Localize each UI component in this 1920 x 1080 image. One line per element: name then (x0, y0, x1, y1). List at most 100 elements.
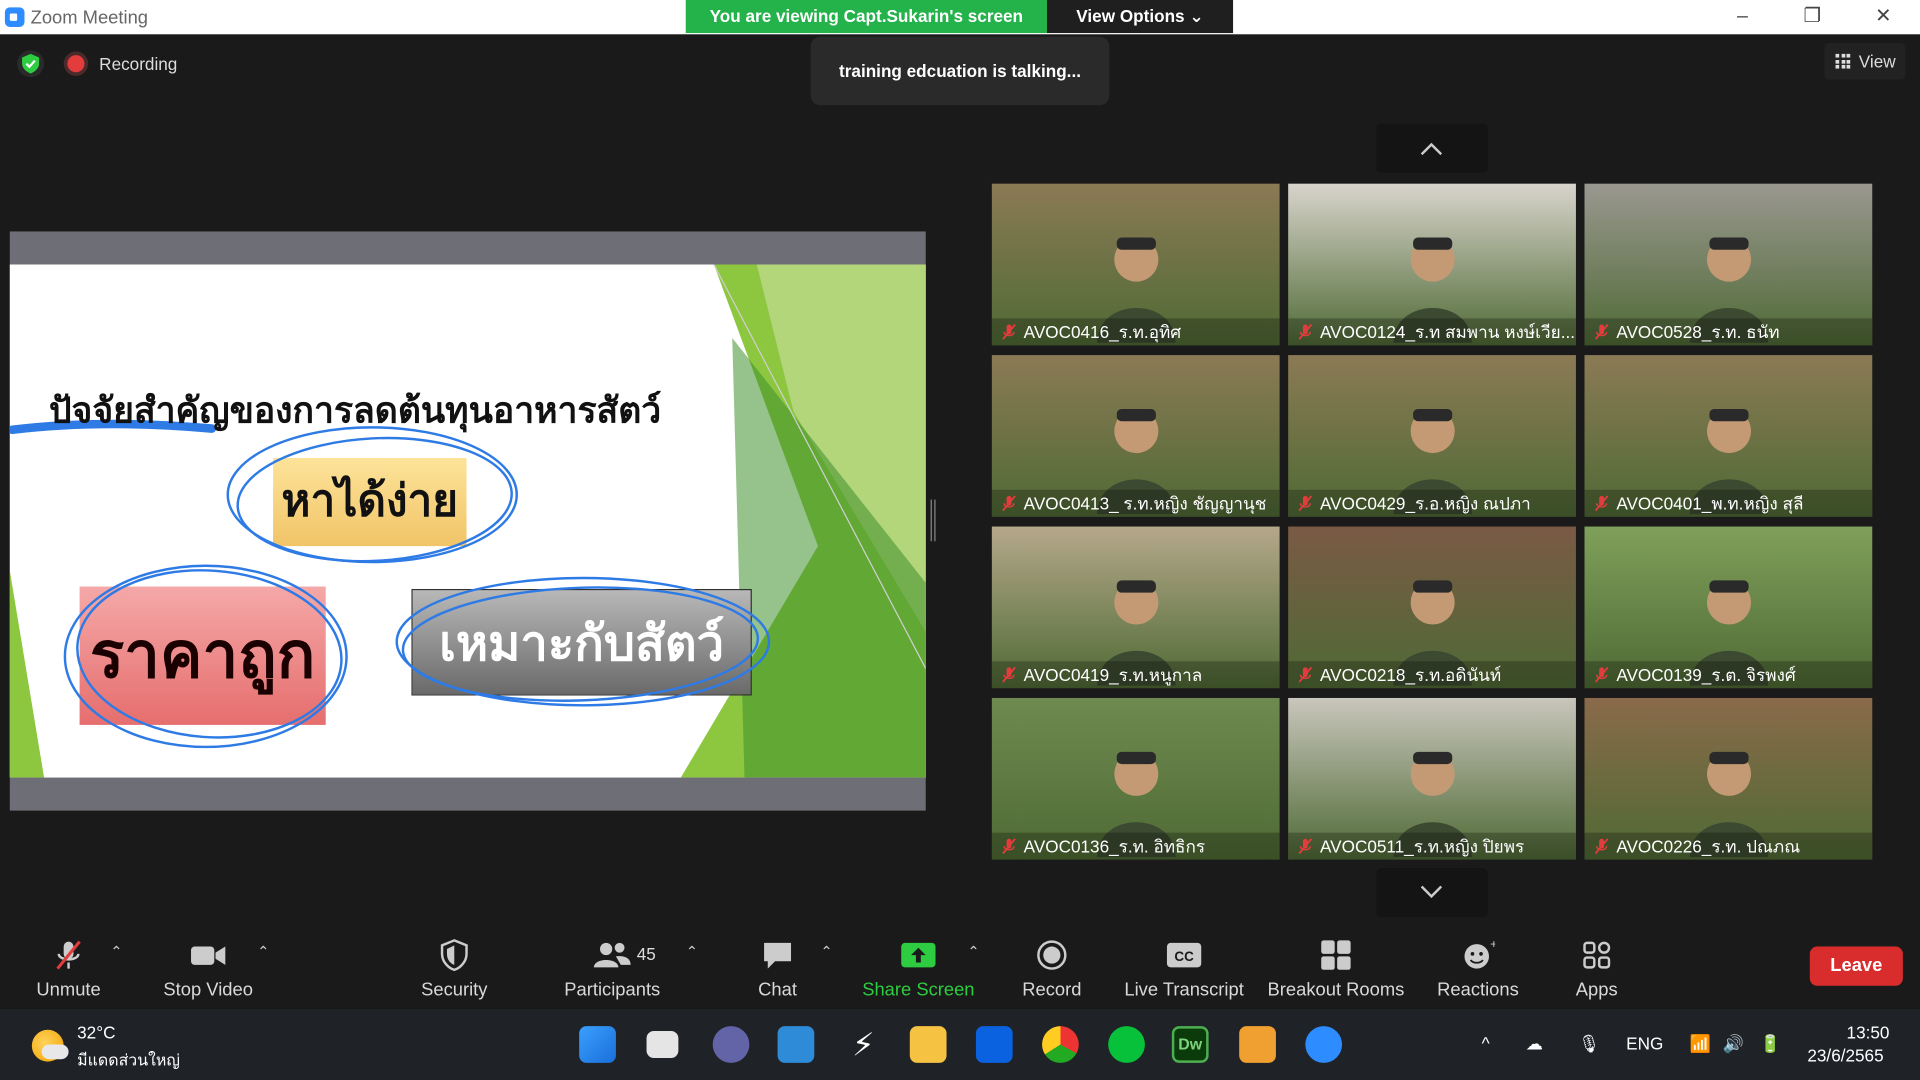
language-indicator[interactable]: ENG (1626, 1033, 1663, 1053)
security-shield-icon[interactable] (17, 50, 45, 78)
participant-tile[interactable]: AVOC0226_ร.ท. ปณภณ (1584, 697, 1873, 860)
participants-button[interactable]: 45 Participants (557, 928, 667, 1009)
record-button[interactable]: Record (1011, 928, 1092, 1009)
recording-dot-icon (67, 55, 85, 73)
svg-text:CC: CC (1174, 949, 1194, 964)
zoom-app-icon (4, 7, 25, 27)
live-transcript-label: Live Transcript (1124, 979, 1244, 1001)
apps-icon (1583, 941, 1611, 969)
participant-tile[interactable]: AVOC0528_ร.ท. ธนัท (1584, 183, 1873, 346)
audio-options-caret-icon[interactable]: ⌃ (110, 943, 122, 960)
muted-microphone-icon (1002, 495, 1016, 512)
participant-name: AVOC0124_ร.ท สมพาน หงษ์เวีย... (1288, 318, 1576, 346)
zoom-window: Zoom Meeting You are viewing Capt.Sukari… (0, 0, 1920, 1080)
chat-options-caret-icon[interactable]: ⌃ (820, 943, 832, 960)
participants-count: 45 (636, 944, 656, 964)
participant-tile[interactable]: AVOC0139_ร.ต. จิรพงศ์ (1584, 526, 1873, 689)
breakout-rooms-button[interactable]: Breakout Rooms (1264, 928, 1408, 1009)
stop-video-label: Stop Video (163, 979, 253, 1001)
line-app-icon[interactable] (1108, 1026, 1145, 1063)
windows-taskbar: 32°C มีแดดส่วนใหญ่ ⚡ Dw ^ ☁ 🎙 ENG 📶 🔊 🔋 … (0, 1008, 1920, 1080)
participant-name: AVOC0528_ร.ท. ธนัท (1584, 318, 1873, 346)
unmute-button[interactable]: Unmute (22, 928, 115, 1009)
security-button[interactable]: Security (411, 928, 497, 1009)
share-options-caret-icon[interactable]: ⌃ (967, 943, 979, 960)
chrome-icon[interactable] (1042, 1026, 1079, 1063)
muted-microphone-icon (1002, 323, 1016, 340)
dreamweaver-icon[interactable]: Dw (1171, 1026, 1209, 1063)
participant-tile[interactable]: AVOC0218_ร.ท.อดินันท์ (1288, 526, 1576, 689)
svg-text:+: + (1490, 938, 1495, 951)
reactions-button[interactable]: + Reactions (1433, 928, 1524, 1009)
shared-screen: ปัจจัยสำคัญของการลดต้นทุนอาหารสัตว์ หาได… (9, 231, 926, 811)
view-options-button[interactable]: View Options ⌄ (1046, 0, 1234, 34)
clock-time[interactable]: 13:50 (1847, 1022, 1890, 1042)
leave-button[interactable]: Leave (1809, 946, 1903, 986)
restore-icon[interactable]: ❐ (1794, 4, 1831, 31)
participant-name: AVOC0226_ร.ท. ปณภณ (1584, 832, 1873, 860)
wifi-icon[interactable]: 📶 (1690, 1033, 1711, 1054)
participants-icon (593, 942, 631, 968)
participant-tile[interactable]: AVOC0416_ร.ท.อุทิศ (991, 183, 1280, 346)
participant-tile[interactable]: AVOC0511_ร.ท.หญิง ปิยพร (1288, 697, 1576, 860)
panel-splitter-handle[interactable] (930, 499, 936, 542)
task-view-icon[interactable] (646, 1031, 679, 1058)
meeting-controls: Unmute ⌃ Stop Video ⌃ Security 45 Partic… (0, 928, 1920, 1009)
gallery-prev-button[interactable] (1376, 123, 1488, 173)
participant-name: AVOC0419_ร.ท.หนูกาล (991, 661, 1280, 689)
onedrive-cloud-icon[interactable]: ☁ (1526, 1033, 1543, 1054)
share-screen-label: Share Screen (862, 979, 975, 1001)
chevron-down-icon (1420, 885, 1443, 899)
participant-name: AVOC0413_ ร.ท.หญิง ชัญญานุช (991, 489, 1280, 517)
clock-date[interactable]: 23/6/2565 (1807, 1046, 1883, 1066)
file-explorer-icon[interactable] (909, 1026, 947, 1063)
view-button[interactable]: View (1824, 42, 1906, 80)
participant-tile[interactable]: AVOC0419_ร.ท.หนูกาล (991, 526, 1280, 689)
zoom-taskbar-icon[interactable] (1305, 1026, 1343, 1063)
muted-microphone-icon (1002, 666, 1016, 683)
mail-icon[interactable] (777, 1026, 815, 1063)
participant-tile[interactable]: AVOC0124_ร.ท สมพาน หงษ์เวีย... (1288, 183, 1576, 346)
participants-options-caret-icon[interactable]: ⌃ (686, 943, 698, 960)
lightning-app-icon[interactable]: ⚡ (845, 1026, 882, 1063)
unmute-label: Unmute (36, 979, 101, 1001)
reactions-smiley-icon: + (1464, 938, 1495, 969)
microphone-tray-icon[interactable]: 🎙 (1578, 1033, 1600, 1054)
participant-tile[interactable]: AVOC0401_พ.ท.หญิง สุลี (1584, 355, 1873, 517)
recording-label: Recording (99, 53, 178, 74)
weather-sun-icon[interactable] (31, 1029, 69, 1062)
closed-caption-icon: CC (1166, 942, 1202, 968)
window-title: Zoom Meeting (30, 7, 149, 29)
muted-microphone-icon (1298, 323, 1313, 340)
apps-button[interactable]: Apps (1567, 928, 1626, 1009)
windows-start-icon[interactable] (579, 1026, 616, 1063)
close-icon[interactable]: ✕ (1865, 4, 1902, 31)
grid-icon (1835, 53, 1851, 69)
participant-tile[interactable]: AVOC0136_ร.ท. อิทธิกร (991, 697, 1280, 860)
view-label: View (1858, 51, 1896, 72)
live-transcript-button[interactable]: CC Live Transcript (1119, 928, 1249, 1009)
record-icon (1037, 940, 1067, 970)
video-options-caret-icon[interactable]: ⌃ (257, 943, 269, 960)
gallery-next-button[interactable] (1376, 868, 1488, 918)
share-screen-button[interactable]: Share Screen (860, 928, 978, 1009)
teams-chat-icon[interactable] (712, 1026, 750, 1063)
participant-tile[interactable]: AVOC0429_ร.อ.หญิง ณปภา (1288, 355, 1576, 517)
dropbox-icon[interactable] (975, 1026, 1013, 1063)
breakout-rooms-label: Breakout Rooms (1267, 979, 1405, 1001)
media-player-icon[interactable] (1239, 1026, 1276, 1063)
battery-icon[interactable]: 🔋 (1760, 1033, 1781, 1054)
weather-temperature: 32°C (77, 1022, 116, 1043)
participant-tile[interactable]: AVOC0413_ ร.ท.หญิง ชัญญานุช (991, 355, 1280, 517)
muted-microphone-icon (1594, 323, 1609, 340)
shield-icon (440, 939, 468, 972)
presentation-slide: ปัจจัยสำคัญของการลดต้นทุนอาหารสัตว์ หาได… (9, 264, 926, 778)
volume-icon[interactable]: 🔊 (1723, 1033, 1744, 1054)
apps-label: Apps (1575, 979, 1618, 1001)
chat-button[interactable]: Chat (744, 928, 810, 1009)
stop-video-button[interactable]: Stop Video (154, 928, 262, 1009)
minimize-icon[interactable]: – (1724, 4, 1761, 31)
annotation-circles (63, 426, 771, 749)
participant-name: AVOC0401_พ.ท.หญิง สุลี (1584, 489, 1873, 517)
tray-overflow-chevron-icon[interactable]: ^ (1482, 1033, 1490, 1053)
